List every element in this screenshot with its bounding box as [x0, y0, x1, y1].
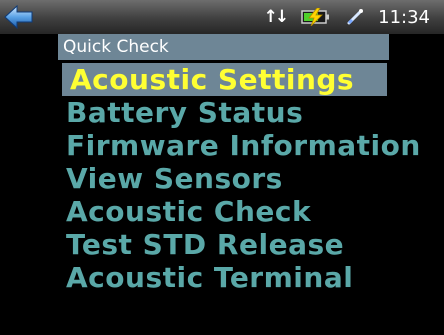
status-icons: ↑↓ 11:34 [264, 0, 430, 34]
clock-time[interactable]: 11:34 [378, 7, 430, 28]
back-arrow-icon[interactable] [4, 4, 34, 30]
menu-item-acoustic-check[interactable]: Acoustic Check [58, 195, 389, 228]
menu-item-test-std-release[interactable]: Test STD Release [58, 228, 389, 261]
quick-check-panel: Quick Check Acoustic Settings Battery St… [58, 34, 420, 298]
status-bar: ↑↓ 11:34 [0, 0, 444, 34]
menu-item-acoustic-settings[interactable]: Acoustic Settings [62, 63, 387, 96]
menu-item-firmware-information[interactable]: Firmware Information [58, 129, 420, 162]
menu-item-view-sensors[interactable]: View Sensors [58, 162, 389, 195]
menu-item-battery-status[interactable]: Battery Status [58, 96, 389, 129]
menu-item-acoustic-terminal[interactable]: Acoustic Terminal [58, 261, 389, 294]
sync-arrows-icon: ↑↓ [263, 7, 289, 27]
quick-check-menu: Acoustic Settings Battery Status Firmwar… [58, 63, 420, 294]
pen-icon[interactable] [346, 8, 364, 26]
battery-charging-icon[interactable] [300, 8, 332, 26]
panel-title: Quick Check [58, 34, 389, 60]
